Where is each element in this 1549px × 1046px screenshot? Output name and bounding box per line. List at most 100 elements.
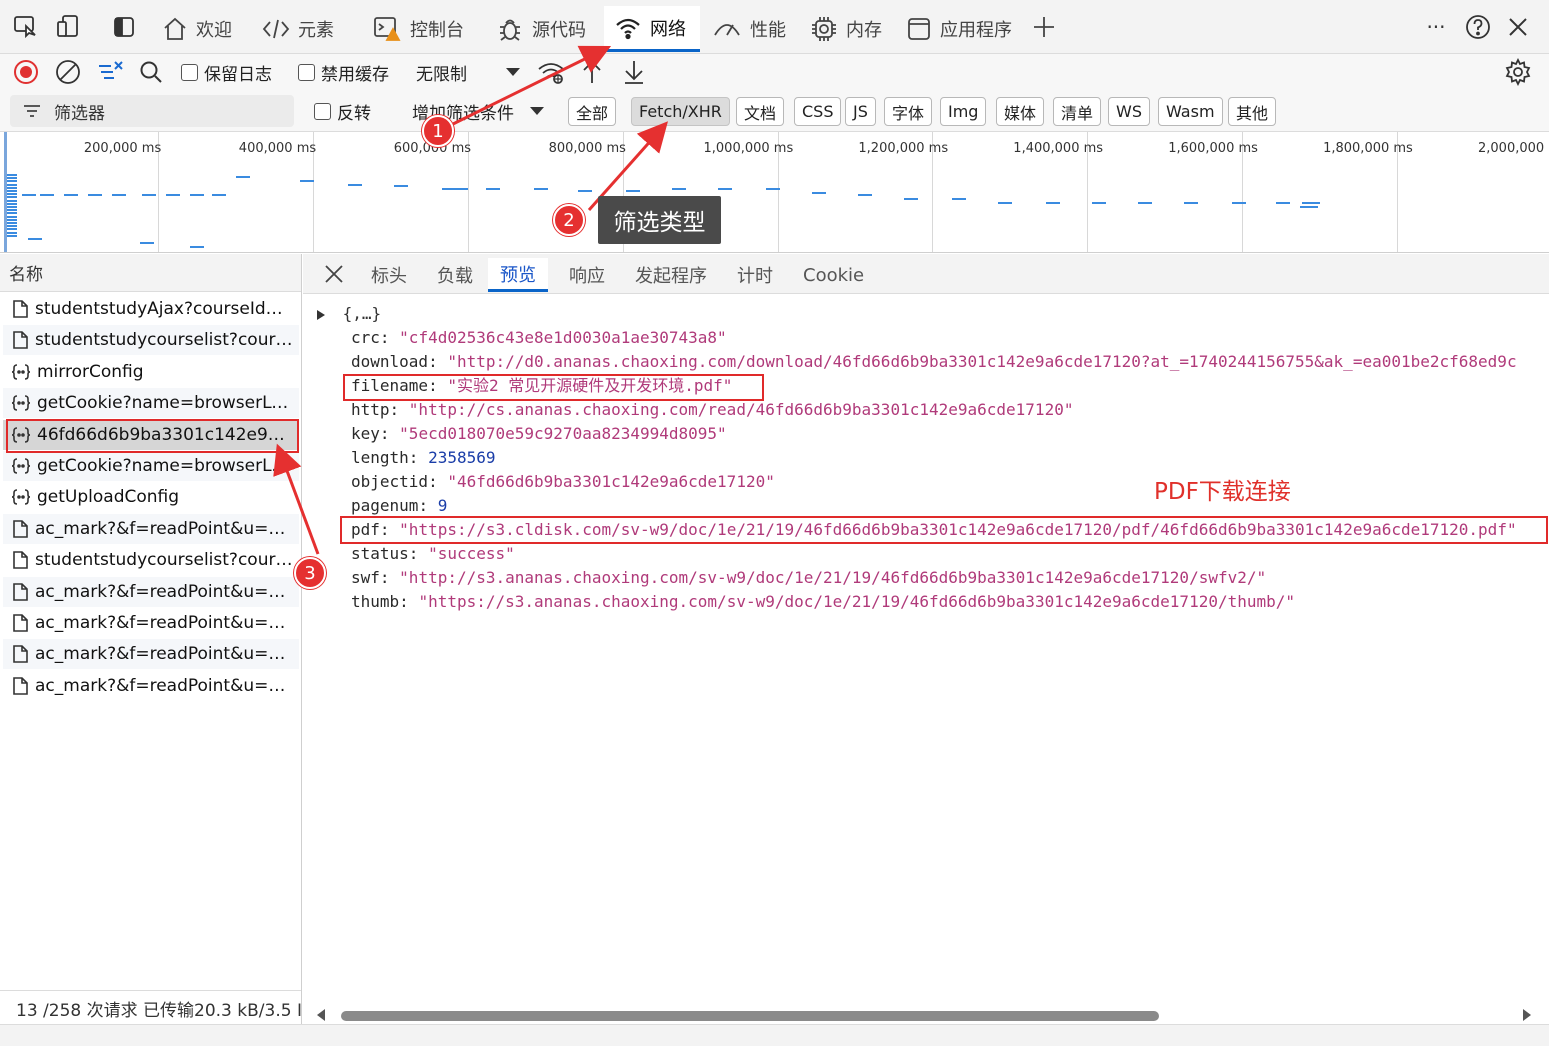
filter-type-button[interactable]: Img: [940, 97, 987, 126]
bug-icon: [500, 19, 520, 41]
filter-type-button[interactable]: 字体: [884, 97, 933, 126]
tab-elements[interactable]: 元素: [252, 6, 344, 52]
timeline-request-bar: [28, 238, 42, 240]
details-tab[interactable]: 发起程序: [633, 258, 709, 292]
timeline-request-bar: [140, 242, 154, 244]
filter-type-button[interactable]: 媒体: [996, 97, 1045, 126]
name-column-header[interactable]: 名称: [0, 254, 301, 292]
request-row[interactable]: mirrorConfig: [3, 357, 299, 387]
drawer-tab-strip: [0, 1024, 1549, 1046]
request-details-pane: 标头 负载 预览 响应 发起程序 计时 Cookie {,…} crc: "cf4d0253…: [303, 254, 1549, 1024]
dock-side-icon[interactable]: [108, 10, 140, 44]
request-row[interactable]: studentstudyAjax?courseId=22...: [3, 294, 299, 324]
json-field-row[interactable]: crc: "cf4d02536c43e8e1d0030a1ae30743a8": [351, 326, 727, 350]
filter-type-button[interactable]: 文档: [736, 97, 785, 126]
json-root[interactable]: {,…}: [315, 302, 381, 326]
filter-input[interactable]: 筛选器: [10, 95, 294, 127]
details-tab[interactable]: 响应: [567, 258, 607, 292]
request-row[interactable]: studentstudycourselist?coursel...: [3, 545, 299, 575]
preserve-log-checkbox[interactable]: 保留日志: [181, 58, 272, 86]
tab-console[interactable]: 控制台: [362, 6, 474, 52]
details-tab[interactable]: 预览: [488, 258, 548, 292]
json-icon: [11, 395, 31, 411]
request-row[interactable]: ac_mark?&f=readPoint&u=30...: [3, 671, 299, 701]
document-icon: [13, 676, 28, 695]
tab-memory[interactable]: 内存: [800, 6, 892, 52]
timeline-start-handle[interactable]: [4, 132, 7, 252]
tab-performance[interactable]: 性能: [702, 6, 796, 52]
json-field-row[interactable]: pagenum: 9: [351, 494, 447, 518]
timeline-tick-label: 800,000 ms: [548, 141, 626, 156]
request-row[interactable]: ac_mark?&f=readPoint&u=30...: [3, 576, 299, 607]
export-har-icon[interactable]: [622, 58, 646, 86]
filter-type-button[interactable]: 全部: [568, 97, 617, 126]
request-row[interactable]: getUploadConfig: [3, 482, 299, 512]
request-row[interactable]: ac_mark?&f=readPoint&u=30...: [3, 608, 299, 638]
chevron-down-icon: [530, 107, 544, 115]
invert-checkbox[interactable]: 反转: [314, 97, 371, 125]
horizontal-scrollbar[interactable]: [315, 1008, 1533, 1022]
close-details-icon[interactable]: [321, 257, 347, 291]
tab-welcome[interactable]: 欢迎: [152, 6, 242, 52]
tab-sources[interactable]: 源代码: [486, 6, 596, 52]
json-field-row[interactable]: download: "http://d0.ananas.chaoxing.com…: [351, 350, 1517, 374]
json-key: status: [351, 544, 409, 563]
more-options-icon[interactable]: ···: [1420, 10, 1452, 44]
json-field-row[interactable]: swf: "http://s3.ananas.chaoxing.com/sv-w…: [351, 566, 1266, 590]
tab-label: 欢迎: [196, 20, 232, 41]
inspect-element-icon[interactable]: [10, 10, 42, 44]
close-devtools-icon[interactable]: [1502, 10, 1534, 44]
json-value: "https://s3.ananas.chaoxing.com/sv-w9/do…: [418, 592, 1296, 611]
filter-type-button[interactable]: 清单: [1053, 97, 1102, 126]
request-row[interactable]: getCookie?name=browserLoc...: [3, 451, 299, 481]
filter-type-button[interactable]: 其他: [1228, 97, 1277, 126]
annotation-callout-filter-type: 筛选类型: [598, 196, 721, 244]
json-key: thumb: [351, 592, 400, 611]
checkbox-box: [181, 63, 198, 81]
timeline-tick-label: 1,400,000 ms: [1013, 141, 1104, 156]
json-field-row[interactable]: key: "5ecd018070e59c9270aa8234994d8095": [351, 422, 727, 446]
record-button[interactable]: [12, 58, 40, 86]
import-har-icon[interactable]: [580, 58, 604, 86]
filter-type-button[interactable]: Wasm: [1158, 97, 1223, 126]
add-tab-icon[interactable]: [1028, 10, 1060, 44]
request-row[interactable]: ac_mark?&f=readPoint&u=30...: [3, 513, 299, 544]
details-tab[interactable]: 计时: [735, 258, 775, 292]
network-conditions-icon[interactable]: [536, 58, 566, 86]
disable-cache-checkbox[interactable]: 禁用缓存: [298, 58, 389, 86]
json-field-row[interactable]: objectid: "46fd66d6b9ba3301c142e9a6cde17…: [351, 470, 775, 494]
search-button[interactable]: [138, 58, 164, 86]
clear-icon: [56, 60, 80, 84]
console-warning-icon: [374, 17, 401, 41]
clear-button[interactable]: [54, 58, 82, 86]
json-value: "success": [428, 544, 515, 563]
json-field-row[interactable]: status: "success": [351, 542, 515, 566]
filter-type-button[interactable]: JS: [845, 97, 876, 126]
json-field-row[interactable]: thumb: "https://s3.ananas.chaoxing.com/s…: [351, 590, 1295, 614]
json-root-label: {,…}: [342, 304, 382, 323]
filter-type-button[interactable]: Fetch/XHR: [631, 97, 730, 126]
network-overview-timeline[interactable]: 200,000 ms 400,000 ms 600,000 ms 800,000 ms…: [0, 132, 1549, 253]
json-value: "46fd66d6b9ba3301c142e9a6cde17120": [447, 472, 775, 491]
filter-toggle-button[interactable]: [96, 58, 126, 86]
request-row[interactable]: studentstudycourselist?coursel...: [3, 325, 299, 356]
details-tab[interactable]: Cookie: [801, 258, 866, 292]
tab-label: 性能: [750, 20, 786, 41]
tab-application[interactable]: 应用程序: [896, 6, 1022, 52]
filter-type-button[interactable]: WS: [1108, 97, 1150, 126]
help-icon[interactable]: [1462, 10, 1494, 44]
json-field-row[interactable]: http: "http://cs.ananas.chaoxing.com/rea…: [351, 398, 1073, 422]
throttle-dropdown-icon[interactable]: [504, 58, 522, 86]
details-tab[interactable]: 负载: [435, 258, 475, 292]
filter-type-button[interactable]: CSS: [794, 97, 842, 126]
request-row[interactable]: getCookie?name=browserLoc...: [3, 388, 299, 419]
throttle-select[interactable]: 无限制: [416, 58, 467, 86]
timeline-request-bar: [998, 202, 1012, 204]
json-field-row[interactable]: length: 2358569: [351, 446, 496, 470]
device-emulation-icon[interactable]: [52, 10, 84, 44]
tab-network[interactable]: 网络: [604, 6, 700, 52]
scrollbar-thumb[interactable]: [341, 1011, 1159, 1021]
details-tab[interactable]: 标头: [369, 258, 409, 292]
request-row[interactable]: ac_mark?&f=readPoint&u=30...: [3, 639, 299, 670]
network-settings-icon[interactable]: [1504, 58, 1532, 86]
